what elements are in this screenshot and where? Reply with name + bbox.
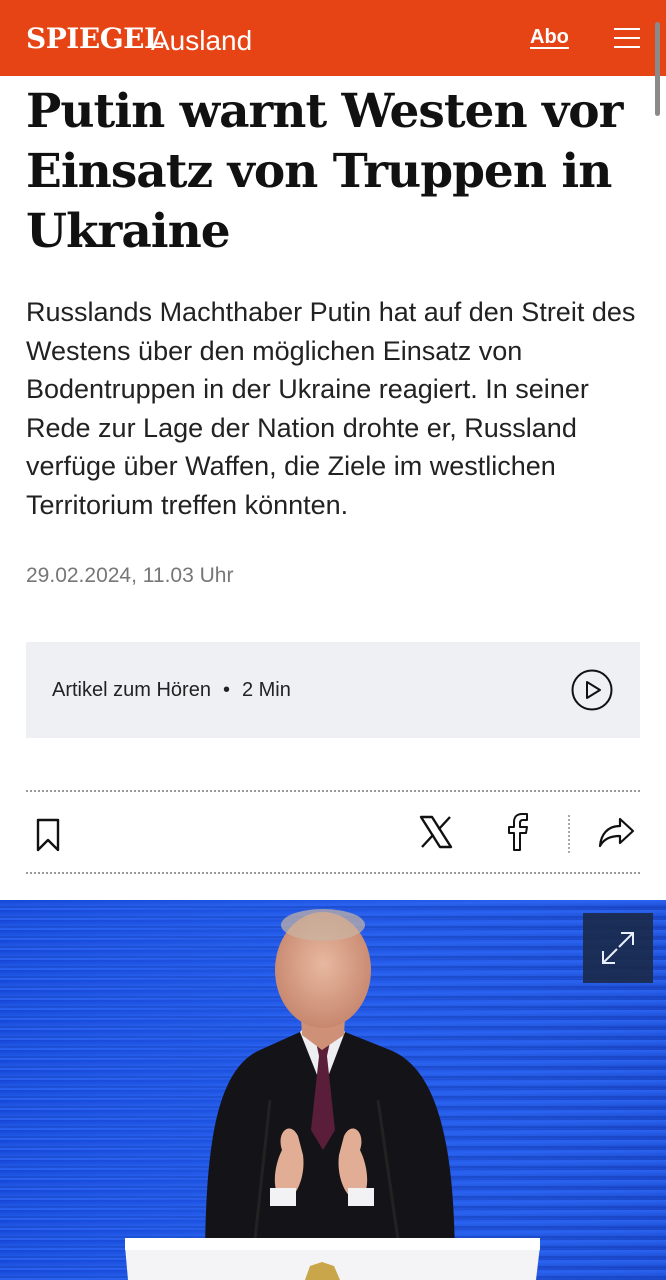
hamburger-menu-icon[interactable] bbox=[614, 28, 640, 48]
x-logo-icon[interactable] bbox=[419, 815, 453, 854]
audio-player[interactable]: Artikel zum Hören • 2 Min bbox=[26, 642, 640, 738]
abo-link[interactable]: Abo bbox=[530, 26, 569, 49]
bookmark-icon[interactable] bbox=[36, 818, 60, 857]
facebook-icon[interactable] bbox=[505, 812, 531, 857]
section-label[interactable]: Ausland bbox=[151, 25, 252, 57]
brand-logo[interactable]: SPIEGEL bbox=[26, 22, 164, 56]
share-icon[interactable] bbox=[598, 815, 636, 854]
scrollbar[interactable] bbox=[655, 22, 660, 116]
audio-duration: 2 Min bbox=[241, 679, 291, 701]
site-header: SPIEGEL Ausland Abo bbox=[0, 0, 666, 76]
share-separator bbox=[568, 815, 570, 853]
expand-icon bbox=[602, 932, 634, 964]
audio-label: Artikel zum Hören bbox=[52, 679, 211, 701]
divider-top bbox=[26, 790, 640, 792]
audio-info: Artikel zum Hören • 2 Min bbox=[52, 679, 291, 702]
publish-date: 29.02.2024, 11.03 Uhr bbox=[26, 564, 234, 587]
audio-separator: • bbox=[222, 679, 230, 701]
article-photo[interactable] bbox=[0, 900, 666, 1280]
expand-image-button[interactable] bbox=[583, 913, 653, 983]
article-teaser: Russlands Machthaber Putin hat auf den S… bbox=[26, 297, 636, 520]
play-circle-icon[interactable] bbox=[571, 669, 613, 716]
photo-illustration bbox=[0, 900, 666, 1280]
divider-bottom bbox=[26, 872, 640, 874]
article-headline: Putin warnt Westen vor Einsatz von Trupp… bbox=[26, 84, 623, 259]
